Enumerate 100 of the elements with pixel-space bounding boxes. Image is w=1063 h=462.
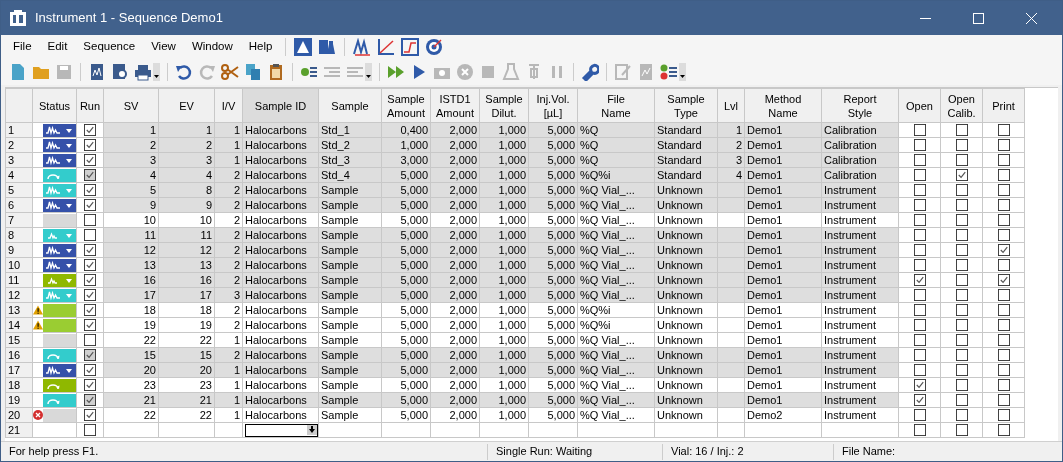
checkbox[interactable]	[997, 289, 1010, 301]
checkbox[interactable]	[997, 274, 1010, 286]
checkbox[interactable]	[84, 379, 96, 391]
checkbox[interactable]	[955, 199, 968, 211]
checkbox[interactable]	[84, 304, 96, 316]
status-indicator[interactable]	[43, 198, 76, 212]
column-header[interactable]: ISTD1 Amount	[430, 88, 480, 123]
scissors-icon[interactable]	[221, 63, 239, 81]
checkbox[interactable]	[913, 394, 926, 406]
wrench-icon[interactable]	[581, 63, 599, 81]
checkbox[interactable]	[913, 364, 926, 376]
checkbox[interactable]	[997, 334, 1010, 346]
status-indicator[interactable]	[43, 363, 76, 377]
checkbox[interactable]	[955, 304, 968, 316]
checkbox[interactable]	[955, 334, 968, 346]
checkbox[interactable]	[955, 394, 968, 406]
checkbox[interactable]	[84, 154, 96, 166]
new-file-icon[interactable]	[9, 63, 27, 81]
checkbox[interactable]	[997, 184, 1010, 196]
column-header[interactable]: Method Name	[744, 88, 822, 123]
printer-icon[interactable]	[134, 63, 160, 81]
menu-item[interactable]: Window	[183, 36, 241, 58]
checkbox[interactable]	[955, 154, 968, 166]
checkbox[interactable]	[84, 274, 96, 286]
column-header[interactable]: Sample Amount	[381, 88, 431, 123]
close-icon[interactable]	[1026, 12, 1037, 24]
column-header[interactable]: Open	[898, 88, 941, 123]
column-header[interactable]: Inj.Vol. [µL]	[528, 88, 578, 123]
checkbox[interactable]	[997, 229, 1010, 241]
column-header[interactable]: Sample Dilut.	[479, 88, 529, 123]
menu-item[interactable]: Sequence	[75, 36, 144, 58]
column-header[interactable]: File Name	[577, 88, 655, 123]
checkbox[interactable]	[997, 364, 1010, 376]
checkbox[interactable]	[913, 154, 926, 166]
checkbox[interactable]	[955, 274, 968, 286]
checkbox[interactable]	[997, 319, 1010, 331]
menu-item[interactable]: File	[5, 36, 40, 58]
checkbox[interactable]	[955, 169, 968, 181]
fast-forward-icon[interactable]	[387, 63, 405, 81]
checkbox[interactable]	[84, 319, 96, 331]
checkbox[interactable]	[913, 379, 926, 391]
checkbox[interactable]	[997, 424, 1010, 436]
checkbox[interactable]	[913, 214, 926, 226]
checkbox[interactable]	[997, 259, 1010, 271]
status-indicator[interactable]	[43, 138, 76, 152]
checkbox[interactable]	[997, 169, 1010, 181]
column-header[interactable]: Lvl	[717, 88, 745, 123]
checkbox[interactable]	[913, 424, 926, 436]
column-header[interactable]: Sample	[318, 88, 382, 123]
checkbox[interactable]	[955, 289, 968, 301]
print-preview-icon[interactable]	[111, 63, 129, 81]
column-header[interactable]: Run	[76, 88, 104, 123]
column-header[interactable]: Status	[32, 88, 77, 123]
checkbox[interactable]	[84, 124, 96, 136]
checkbox[interactable]	[84, 364, 96, 376]
column-header[interactable]: I/V	[214, 88, 243, 123]
checkbox[interactable]	[913, 199, 926, 211]
calibration-curve-icon[interactable]	[377, 38, 396, 56]
checkbox[interactable]	[913, 289, 926, 301]
checkbox[interactable]	[913, 184, 926, 196]
checkbox[interactable]	[84, 199, 96, 211]
checkbox[interactable]	[84, 244, 96, 256]
checkbox[interactable]	[955, 379, 968, 391]
checkbox[interactable]	[955, 139, 968, 151]
maximize-icon[interactable]	[973, 12, 984, 24]
checkbox[interactable]	[955, 364, 968, 376]
menu-item[interactable]: Edit	[39, 36, 76, 58]
checkbox[interactable]	[84, 184, 96, 196]
checkbox[interactable]	[913, 229, 926, 241]
status-indicator[interactable]	[43, 123, 76, 137]
checkbox[interactable]	[84, 214, 96, 226]
chart-window-icon[interactable]	[401, 38, 420, 56]
column-header[interactable]: Sample Type	[654, 88, 718, 123]
checkbox[interactable]	[84, 259, 96, 271]
column-header[interactable]: Report Style	[821, 88, 899, 123]
checkbox[interactable]	[955, 259, 968, 271]
checkbox[interactable]	[913, 274, 926, 286]
status-indicator[interactable]	[43, 243, 76, 257]
checkbox[interactable]	[997, 304, 1010, 316]
checklist-icon[interactable]	[660, 63, 686, 81]
checkbox[interactable]	[913, 124, 926, 136]
checkbox[interactable]	[84, 289, 96, 301]
checkbox[interactable]	[913, 409, 926, 421]
checkbox[interactable]	[997, 394, 1010, 406]
checkbox[interactable]	[955, 319, 968, 331]
checkbox[interactable]	[913, 349, 926, 361]
checkbox[interactable]	[955, 124, 968, 136]
checkbox[interactable]	[84, 334, 96, 346]
report-icon[interactable]	[88, 63, 106, 81]
checkbox[interactable]	[997, 244, 1010, 256]
checkbox[interactable]	[997, 214, 1010, 226]
checkbox[interactable]	[997, 349, 1010, 361]
checkbox[interactable]	[997, 379, 1010, 391]
dropdown-field[interactable]	[245, 423, 318, 437]
copy-icon[interactable]	[244, 63, 262, 81]
checkbox[interactable]	[913, 139, 926, 151]
column-header[interactable]: Sample ID	[242, 88, 319, 123]
triangle-logo-icon[interactable]	[294, 38, 313, 56]
checkbox[interactable]	[955, 184, 968, 196]
checkbox[interactable]	[913, 334, 926, 346]
